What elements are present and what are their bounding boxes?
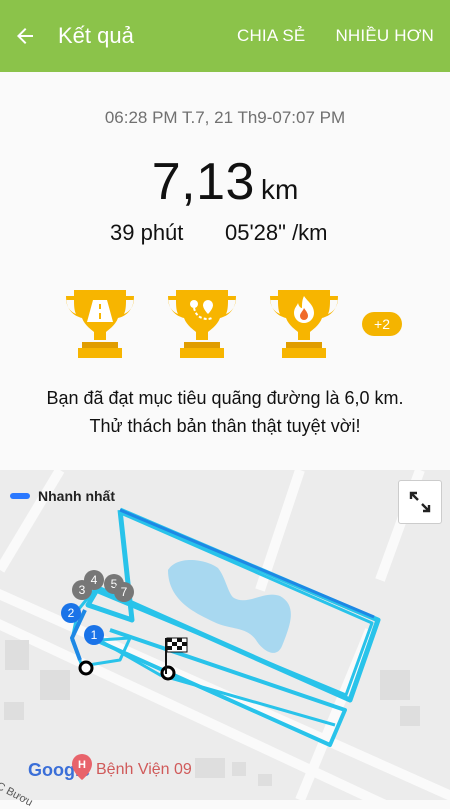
goal-message-line2: Thử thách bản thân thật tuyệt vời! [89,416,361,436]
finish-flag-icon [165,637,188,674]
pace-value: 05'28" /km [225,220,328,245]
route-map[interactable] [0,470,450,800]
workout-stats: 39 phút 05'28" /km [0,220,450,254]
map-canvas [0,470,450,800]
expand-icon [409,491,431,513]
more-achievements-badge[interactable]: +2 [362,312,402,336]
expand-map-button[interactable] [398,480,442,524]
svg-text:H: H [78,759,86,771]
fastest-swatch [10,493,30,499]
goal-message: Bạn đã đạt mục tiêu quãng đường là 6,0 k… [0,384,450,440]
back-button[interactable] [0,0,50,72]
route-trophy-icon[interactable] [162,282,242,362]
arrow-back-icon [17,28,33,44]
duration-value: 39 phút [110,220,184,245]
workout-time-range: 06:28 PM T.7, 21 Th9-07:07 PM [104,108,346,127]
more-button[interactable]: NHIỀU HƠN [335,26,434,46]
km-marker-4[interactable]: 4 [84,570,104,590]
share-button[interactable]: CHIA SẺ [237,26,305,46]
km-marker-1[interactable]: 1 [84,625,104,645]
distance-unit: km [260,174,299,205]
goal-message-line1: Bạn đã đạt mục tiêu quãng đường là 6,0 k… [46,388,404,408]
road-trophy-icon[interactable] [60,282,140,362]
km-marker-7[interactable]: 7 [114,582,134,602]
page-title: Kết quả [58,23,134,48]
poi-label[interactable]: Bệnh Viện 09 [96,761,192,779]
distance-value: 7,13 [151,153,255,211]
map-roads [0,470,450,800]
km-marker-2[interactable]: 2 [61,603,81,623]
hospital-icon: H [72,754,92,780]
start-point[interactable] [78,660,94,676]
legend-label: Nhanh nhất [38,488,115,504]
fire-trophy-icon[interactable] [264,282,344,362]
map-legend: Nhanh nhất [10,488,115,504]
distance-display: 7,13 km [0,152,450,212]
app-bar: Kết quả CHIA SẺ NHIỀU HƠN [0,0,450,72]
